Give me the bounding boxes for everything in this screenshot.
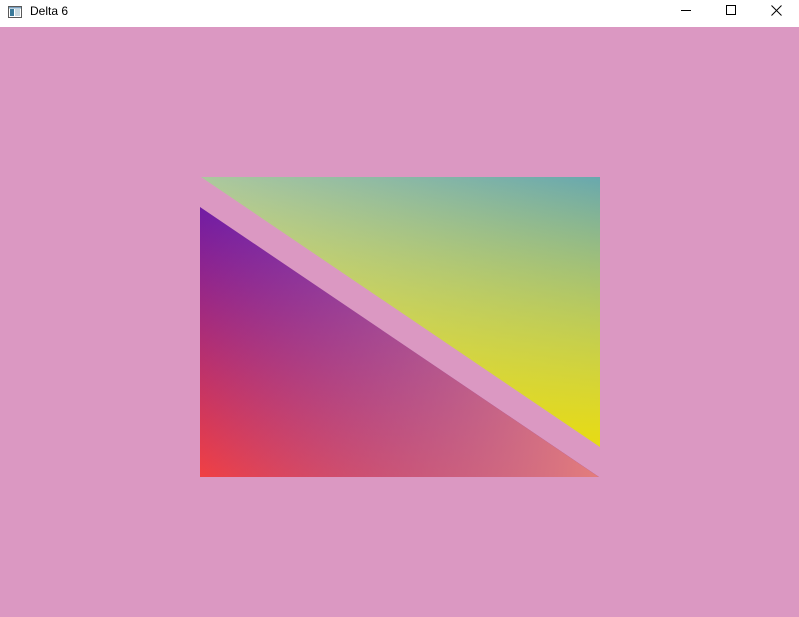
maximize-button[interactable] [709,0,754,23]
render-canvas[interactable] [0,27,799,617]
window-title: Delta 6 [30,4,69,18]
app-icon [8,5,22,18]
minimize-icon [681,3,692,21]
app-window: Delta 6 [0,0,799,617]
scene-svg [0,27,799,617]
maximize-icon [726,3,737,21]
close-button[interactable] [754,0,799,23]
close-icon [771,3,782,21]
canvas-background [0,27,799,617]
title-bar[interactable]: Delta 6 [0,0,799,23]
minimize-button[interactable] [664,0,709,23]
